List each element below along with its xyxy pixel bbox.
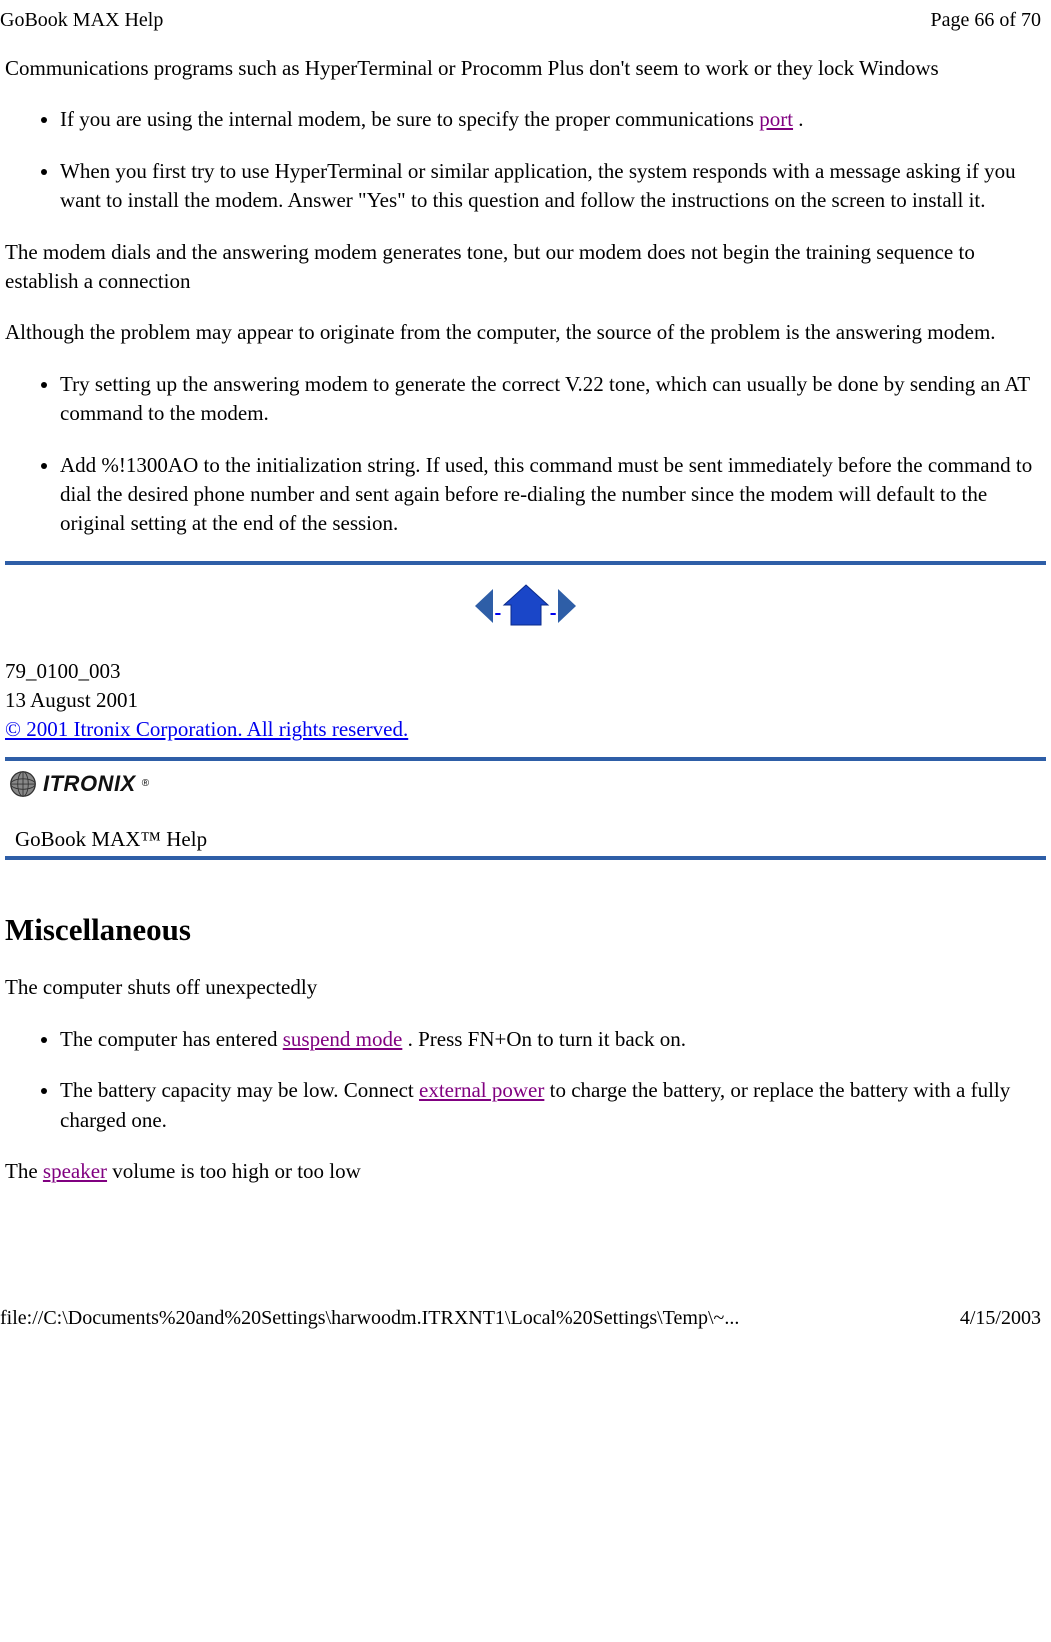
nav-home-button[interactable] — [501, 592, 556, 616]
brand-name: ITRONIX — [43, 769, 136, 800]
text: The battery capacity may be low. Connect — [60, 1078, 419, 1102]
brand-logo: ITRONIX ® — [9, 769, 149, 800]
nav-prev-button[interactable] — [471, 592, 500, 616]
nav-bar — [5, 583, 1046, 629]
text: . Press FN+On to turn it back on. — [402, 1027, 686, 1051]
link-external-power[interactable]: external power — [419, 1078, 544, 1102]
list-item: When you first try to use HyperTerminal … — [60, 157, 1046, 216]
nav-next-button[interactable] — [556, 592, 580, 616]
link-speaker[interactable]: speaker — [43, 1159, 107, 1183]
list-item: Add %!1300AO to the initialization strin… — [60, 451, 1046, 539]
list-item: If you are using the internal modem, be … — [60, 105, 1046, 134]
footer-date: 4/15/2003 — [960, 1304, 1041, 1332]
paragraph-problem-source: Although the problem may appear to origi… — [5, 318, 1046, 347]
arrow-right-icon — [556, 586, 580, 626]
text: The — [5, 1159, 43, 1183]
footer-path: file://C:\Documents%20and%20Settings\har… — [0, 1304, 739, 1332]
doc-date: 13 August 2001 — [5, 686, 1046, 715]
heading-miscellaneous: Miscellaneous — [5, 908, 1046, 951]
list-item: The battery capacity may be low. Connect… — [60, 1076, 1046, 1135]
paragraph-modem-dials: The modem dials and the answering modem … — [5, 238, 1046, 297]
link-port[interactable]: port — [759, 107, 793, 131]
arrow-left-icon — [471, 586, 495, 626]
link-suspend-mode[interactable]: suspend mode — [283, 1027, 403, 1051]
paragraph-speaker: The speaker volume is too high or too lo… — [5, 1157, 1046, 1186]
globe-icon — [9, 770, 37, 798]
help-line: GoBook MAX™ Help — [9, 825, 1042, 856]
paragraph-shuts-off: The computer shuts off unexpectedly — [5, 973, 1046, 1002]
list-item: Try setting up the answering modem to ge… — [60, 370, 1046, 429]
copyright-link[interactable]: © 2001 Itronix Corporation. All rights r… — [5, 717, 408, 741]
divider — [5, 856, 1046, 860]
paragraph-comm-programs: Communications programs such as HyperTer… — [5, 54, 1046, 83]
text: If you are using the internal modem, be … — [60, 107, 759, 131]
trademark-icon: ® — [142, 777, 149, 791]
home-icon — [501, 583, 551, 629]
text: volume is too high or too low — [107, 1159, 361, 1183]
text: The computer has entered — [60, 1027, 283, 1051]
divider — [5, 561, 1046, 565]
list-item: The computer has entered suspend mode . … — [60, 1025, 1046, 1054]
doc-number: 79_0100_003 — [5, 657, 1046, 686]
text: . — [793, 107, 804, 131]
header-title: GoBook MAX Help — [0, 6, 163, 34]
page-info: Page 66 of 70 — [930, 6, 1041, 34]
